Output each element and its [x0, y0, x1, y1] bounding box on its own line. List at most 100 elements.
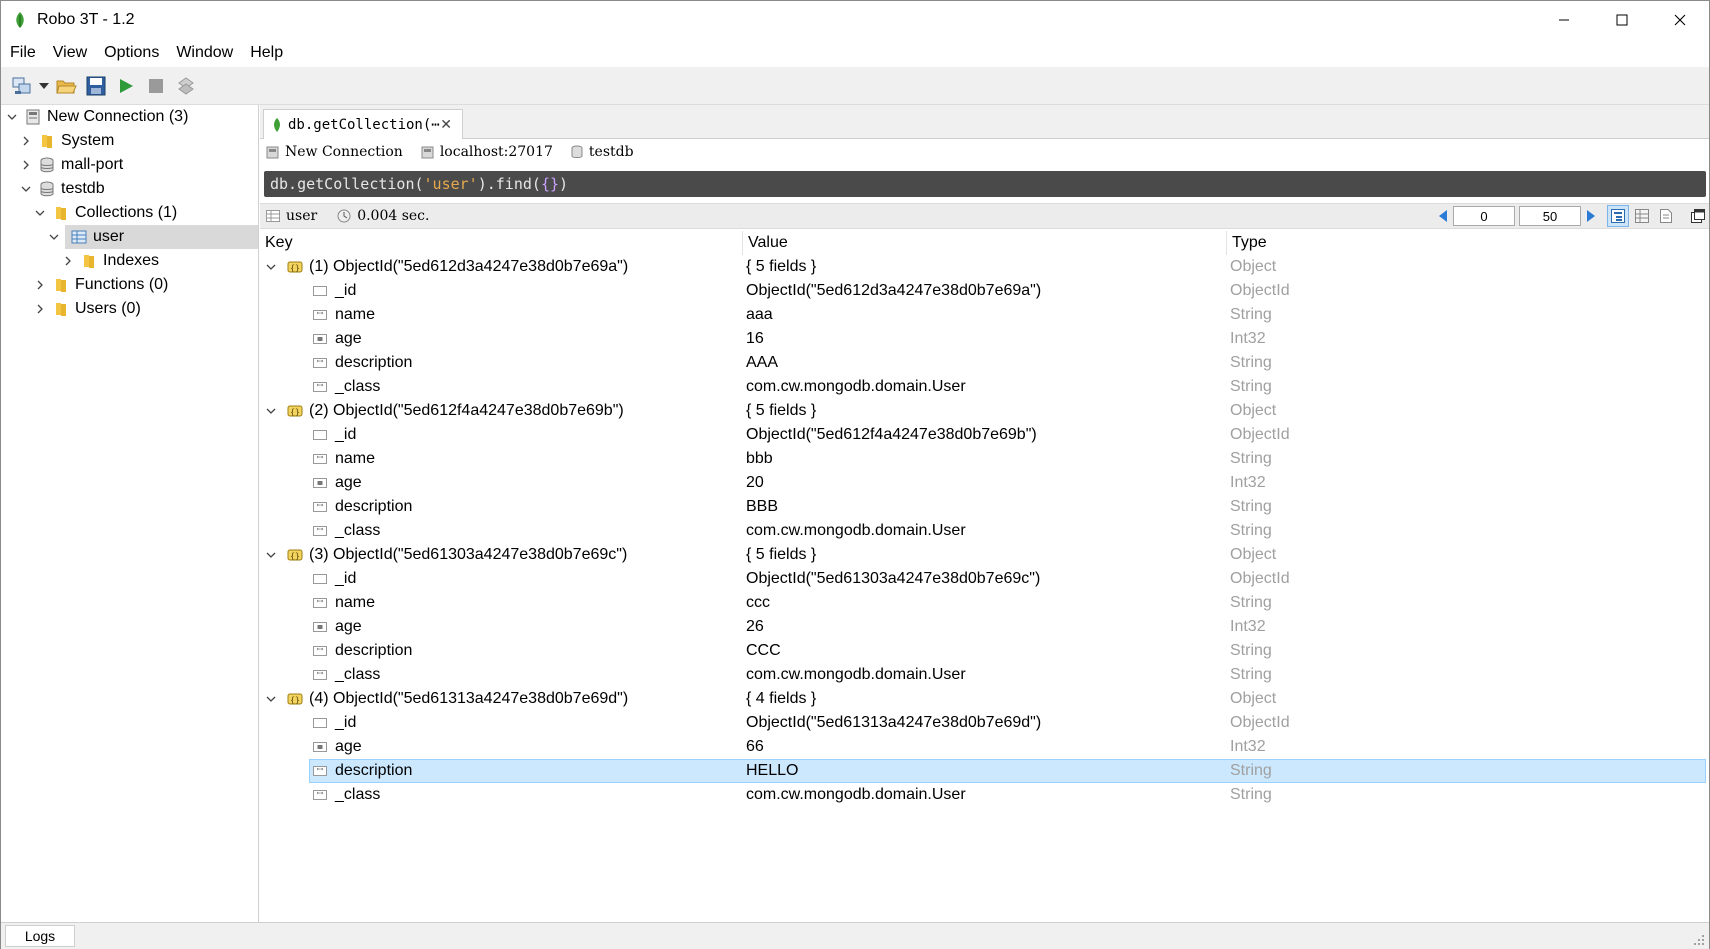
previous-page-button[interactable] — [1435, 206, 1451, 226]
field-row[interactable]: "" description BBB String — [260, 495, 1709, 519]
logs-tab[interactable]: Logs — [5, 925, 75, 947]
field-row[interactable]: _id ObjectId("5ed61313a4247e38d0b7e69d") O… — [260, 711, 1709, 735]
row-type: String — [1230, 594, 1272, 611]
minimize-button[interactable] — [1535, 1, 1593, 39]
field-row[interactable]: "" name aaa String — [260, 303, 1709, 327]
open-button[interactable] — [51, 71, 81, 101]
skip-input[interactable] — [1453, 206, 1515, 226]
document-row[interactable]: {} (1) ObjectId("5ed612d3a4247e38d0b7e69a… — [260, 255, 1709, 279]
stop-icon — [149, 78, 163, 93]
tree-expander[interactable] — [47, 230, 61, 244]
tree-expander[interactable] — [61, 254, 75, 268]
tree-expander[interactable] — [19, 182, 33, 196]
field-row[interactable]: "" description AAA String — [260, 351, 1709, 375]
row-type: ObjectId — [1230, 714, 1290, 731]
connect-button[interactable] — [7, 71, 37, 101]
chevron-down-icon — [266, 552, 276, 558]
tree-item-icon — [25, 109, 41, 125]
maximize-button[interactable] — [1593, 1, 1651, 39]
document-expander[interactable] — [264, 548, 278, 562]
field-row[interactable]: _id ObjectId("5ed61303a4247e38d0b7e69c") O… — [260, 567, 1709, 591]
tab-close-button[interactable]: ✕ — [440, 117, 452, 133]
tree-view-button[interactable] — [1607, 205, 1629, 227]
tree-item-collections-1[interactable]: Collections (1) — [1, 201, 258, 225]
menu-options[interactable]: Options — [95, 44, 167, 62]
folder-icon — [56, 279, 66, 292]
field-row[interactable]: age 16 Int32 — [260, 327, 1709, 351]
tree-item-system[interactable]: System — [1, 129, 258, 153]
field-row[interactable]: age 26 Int32 — [260, 615, 1709, 639]
save-button[interactable] — [81, 71, 111, 101]
text-view-button[interactable] — [1655, 205, 1677, 227]
column-header-type[interactable]: Type — [1226, 231, 1706, 255]
column-header-key[interactable]: Key — [260, 231, 742, 255]
field-row[interactable]: "" _class com.cw.mongodb.domain.User String — [260, 375, 1709, 399]
tree-item-testdb[interactable]: testdb — [1, 177, 258, 201]
limit-input[interactable] — [1519, 206, 1581, 226]
field-row[interactable]: _id ObjectId("5ed612d3a4247e38d0b7e69a") O… — [260, 279, 1709, 303]
row-type: ObjectId — [1230, 570, 1290, 587]
field-row[interactable]: "" _class com.cw.mongodb.domain.User String — [260, 783, 1709, 807]
field-row[interactable]: "" name ccc String — [260, 591, 1709, 615]
field-row[interactable]: age 20 Int32 — [260, 471, 1709, 495]
chevron-right-icon — [37, 280, 43, 290]
connect-dropdown-button[interactable] — [37, 71, 51, 101]
int-icon — [313, 334, 327, 344]
orientation-button[interactable] — [171, 71, 201, 101]
query-editor[interactable]: db.getCollection('user').find({}) — [264, 171, 1706, 197]
tree-expander[interactable] — [5, 110, 19, 124]
tree-item-indexes[interactable]: Indexes — [1, 249, 258, 273]
menu-bar: File View Options Window Help — [1, 39, 1709, 67]
stop-button[interactable] — [141, 71, 171, 101]
custom-view-button[interactable] — [1687, 205, 1709, 227]
collection-icon — [71, 230, 87, 244]
document-row[interactable]: {} (3) ObjectId("5ed61303a4247e38d0b7e69c… — [260, 543, 1709, 567]
menu-file[interactable]: File — [1, 44, 44, 62]
field-row[interactable]: _id ObjectId("5ed612f4a4247e38d0b7e69b") O… — [260, 423, 1709, 447]
chevron-right-icon — [23, 136, 29, 146]
resize-grip-icon[interactable] — [1693, 934, 1705, 946]
menu-view[interactable]: View — [44, 44, 95, 62]
tab-query[interactable]: db.getCollection(⋯ ✕ — [263, 109, 463, 139]
tree-item-user[interactable]: user — [49, 225, 258, 249]
tree-expander[interactable] — [19, 134, 33, 148]
document-expander[interactable] — [264, 260, 278, 274]
tree-item-mall-port[interactable]: mall-port — [1, 153, 258, 177]
row-value: bbb — [746, 450, 773, 467]
tree-expander[interactable] — [33, 302, 47, 316]
row-type-icon: "" — [312, 644, 328, 658]
field-row[interactable]: "" description CCC String — [260, 639, 1709, 663]
info-host: localhost:27017 — [421, 144, 553, 160]
row-type-icon: "" — [312, 308, 328, 322]
row-type: String — [1230, 642, 1272, 659]
menu-help[interactable]: Help — [241, 44, 291, 62]
tree-expander[interactable] — [19, 158, 33, 172]
row-type: String — [1230, 450, 1272, 467]
tree-item-label: New Connection (3) — [47, 108, 189, 125]
document-expander[interactable] — [264, 404, 278, 418]
tree-expander[interactable] — [33, 278, 47, 292]
tree-item-users-0[interactable]: Users (0) — [1, 297, 258, 321]
document-expander[interactable] — [264, 692, 278, 706]
tree-item-new-connection-3[interactable]: New Connection (3) — [1, 105, 258, 129]
table-view-button[interactable] — [1631, 205, 1653, 227]
field-row[interactable]: "" _class com.cw.mongodb.domain.User String — [260, 663, 1709, 687]
row-key: _class — [335, 666, 381, 683]
chevron-down-icon — [7, 114, 17, 120]
column-header-value[interactable]: Value — [742, 231, 1226, 255]
close-window-button[interactable] — [1651, 1, 1709, 39]
menu-window[interactable]: Window — [167, 44, 241, 62]
field-row[interactable]: age 66 Int32 — [260, 735, 1709, 759]
tree-expander[interactable] — [33, 206, 47, 220]
row-key: _id — [335, 714, 357, 731]
document-row[interactable]: {} (2) ObjectId("5ed612f4a4247e38d0b7e69b… — [260, 399, 1709, 423]
field-row[interactable]: "" description HELLO String — [260, 759, 1709, 783]
next-page-button[interactable] — [1583, 206, 1599, 226]
clock-icon — [337, 209, 351, 223]
document-row[interactable]: {} (4) ObjectId("5ed61313a4247e38d0b7e69d… — [260, 687, 1709, 711]
execute-button[interactable] — [111, 71, 141, 101]
field-row[interactable]: "" name bbb String — [260, 447, 1709, 471]
field-row[interactable]: "" _class com.cw.mongodb.domain.User String — [260, 519, 1709, 543]
results-tree-grid: Key Value Type {} (1) ObjectId("5ed612d3a… — [260, 231, 1709, 922]
tree-item-functions-0[interactable]: Functions (0) — [1, 273, 258, 297]
